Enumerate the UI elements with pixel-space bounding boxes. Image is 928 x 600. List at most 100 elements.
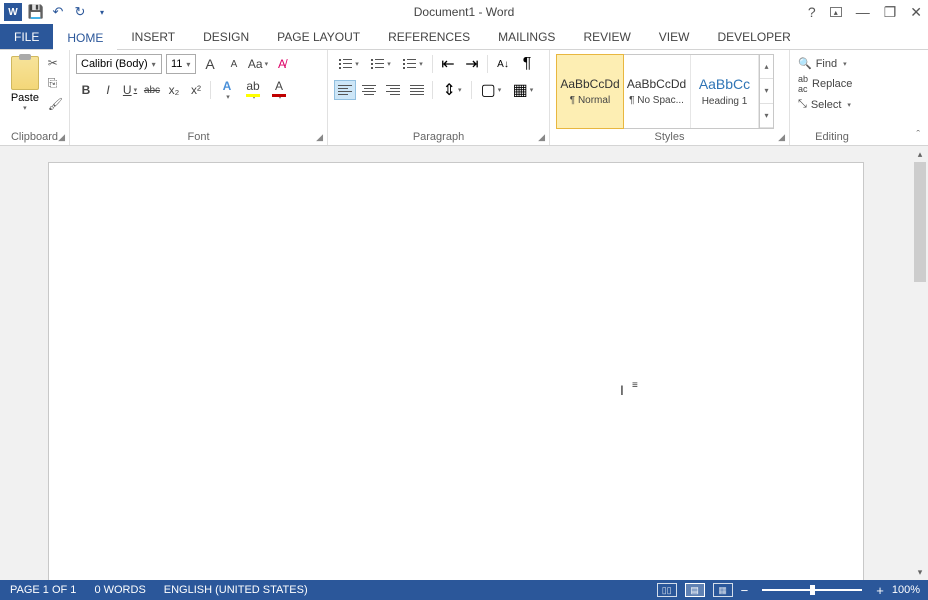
format-painter-button[interactable]: 🖌 [48, 97, 63, 111]
tab-design[interactable]: DESIGN [189, 24, 263, 49]
text-effects-button[interactable]: A [215, 80, 239, 100]
shrink-font-button[interactable]: A [224, 54, 244, 74]
print-layout-button[interactable]: ▤ [685, 583, 705, 597]
style-no-spacing[interactable]: AaBbCcDd ¶ No Spac... [623, 55, 691, 128]
zoom-slider[interactable] [762, 589, 862, 591]
paragraph-launcher[interactable]: ◢ [538, 132, 545, 143]
select-button[interactable]: ⤡Select▾ [796, 97, 853, 112]
decrease-indent-button[interactable]: ⇤ [437, 54, 459, 74]
style-preview: AaBbCcDd [627, 77, 686, 91]
style-gallery: AaBbCcDd ¶ Normal AaBbCcDd ¶ No Spac... … [556, 54, 774, 129]
tab-review[interactable]: REVIEW [569, 24, 644, 49]
zoom-slider-knob[interactable] [810, 585, 815, 595]
zoom-out-button[interactable]: − [741, 584, 749, 597]
restore-button[interactable]: ❐ [884, 4, 897, 21]
style-heading-1[interactable]: AaBbCc Heading 1 [691, 55, 759, 128]
multilevel-list-button[interactable] [398, 54, 428, 74]
numbering-button[interactable] [366, 54, 396, 74]
show-marks-button[interactable]: ¶ [516, 54, 538, 74]
font-launcher[interactable]: ◢ [316, 132, 323, 143]
grow-font-button[interactable]: A [200, 54, 220, 74]
read-mode-button[interactable]: ▯▯ [657, 583, 677, 597]
strikethrough-button[interactable]: abc [142, 80, 162, 100]
style-name: Heading 1 [702, 96, 748, 107]
font-color-button[interactable]: A [267, 80, 291, 100]
change-case-button[interactable]: Aa [248, 54, 268, 74]
line-spacing-button[interactable]: ⇕ [437, 80, 467, 100]
document-area: I ▴ ▾ [0, 146, 928, 580]
binoculars-icon: 🔍 [798, 57, 812, 70]
styles-launcher[interactable]: ◢ [778, 132, 785, 143]
align-right-button[interactable] [382, 80, 404, 100]
font-size-combo[interactable]: 11▾ [166, 54, 196, 74]
tab-mailings[interactable]: MAILINGS [484, 24, 569, 49]
close-button[interactable]: ✕ [910, 4, 922, 21]
find-button[interactable]: 🔍Find▾ [796, 56, 849, 71]
gallery-more[interactable]: ▾ [760, 104, 773, 128]
replace-button[interactable]: abacReplace [796, 73, 854, 95]
zoom-level[interactable]: 100% [892, 584, 920, 596]
justify-icon [410, 85, 424, 96]
paste-button[interactable]: Paste ▾ [6, 54, 44, 114]
gallery-down[interactable]: ▾ [760, 79, 773, 103]
scroll-thumb[interactable] [914, 162, 926, 282]
help-button[interactable]: ? [808, 4, 816, 20]
sort-button[interactable]: A↓ [492, 54, 514, 74]
undo-button[interactable]: ↶ [50, 4, 66, 20]
word-app-icon[interactable]: W [4, 3, 22, 21]
multilevel-icon [403, 58, 417, 70]
increase-indent-button[interactable]: ⇥ [461, 54, 483, 74]
save-button[interactable]: 💾 [28, 4, 44, 20]
font-name-combo[interactable]: Calibri (Body)▾ [76, 54, 162, 74]
shading-button[interactable]: ▢ [476, 80, 506, 100]
align-left-button[interactable] [334, 80, 356, 100]
language-status[interactable]: ENGLISH (UNITED STATES) [164, 584, 308, 596]
gallery-up[interactable]: ▴ [760, 55, 773, 79]
document-page[interactable] [48, 162, 864, 580]
tab-insert[interactable]: INSERT [117, 24, 189, 49]
clipboard-launcher[interactable]: ◢ [58, 132, 65, 143]
scroll-up-button[interactable]: ▴ [912, 146, 928, 162]
tab-home[interactable]: HOME [53, 24, 117, 49]
separator [487, 55, 488, 73]
quick-access-toolbar: W 💾 ↶ ↻ ▾ [0, 3, 110, 21]
replace-icon: abac [798, 74, 808, 94]
tab-view[interactable]: VIEW [645, 24, 704, 49]
web-layout-button[interactable]: ▦ [713, 583, 733, 597]
page-number-status[interactable]: PAGE 1 OF 1 [10, 584, 76, 596]
copy-button[interactable]: ⎘ [48, 76, 63, 91]
tab-file[interactable]: FILE [0, 24, 53, 49]
scroll-down-button[interactable]: ▾ [912, 564, 928, 580]
align-center-icon [362, 85, 376, 96]
minimize-button[interactable]: — [856, 4, 870, 20]
borders-button[interactable]: ▦ [508, 80, 538, 100]
vertical-scrollbar[interactable]: ▴ ▾ [912, 146, 928, 580]
cut-button[interactable]: ✂ [48, 56, 63, 70]
subscript-button[interactable]: x₂ [164, 80, 184, 100]
clear-formatting-button[interactable]: A̸ [272, 54, 292, 74]
qat-customize[interactable]: ▾ [94, 4, 110, 20]
style-gallery-scroll: ▴ ▾ ▾ [759, 55, 773, 128]
bullets-button[interactable] [334, 54, 364, 74]
separator [471, 81, 472, 99]
underline-button[interactable]: U [120, 80, 140, 100]
align-center-button[interactable] [358, 80, 380, 100]
tab-references[interactable]: REFERENCES [374, 24, 484, 49]
tab-developer[interactable]: DEVELOPER [703, 24, 804, 49]
ribbon-display-options[interactable]: ▴ [830, 7, 842, 17]
font-group-label: Font◢ [76, 129, 321, 143]
redo-button[interactable]: ↻ [72, 4, 88, 20]
collapse-ribbon-button[interactable]: ˆ [916, 129, 920, 141]
paste-icon [11, 56, 39, 90]
zoom-in-button[interactable]: + [876, 584, 884, 597]
superscript-button[interactable]: x² [186, 80, 206, 100]
bold-button[interactable]: B [76, 80, 96, 100]
italic-button[interactable]: I [98, 80, 118, 100]
group-font: Calibri (Body)▾ 11▾ A A Aa A̸ B I U abc … [70, 50, 328, 145]
tab-page-layout[interactable]: PAGE LAYOUT [263, 24, 374, 49]
justify-button[interactable] [406, 80, 428, 100]
style-normal[interactable]: AaBbCcDd ¶ Normal [556, 54, 624, 129]
highlight-button[interactable]: ab [241, 80, 265, 100]
font-color-bar [272, 94, 286, 97]
word-count-status[interactable]: 0 WORDS [94, 584, 145, 596]
